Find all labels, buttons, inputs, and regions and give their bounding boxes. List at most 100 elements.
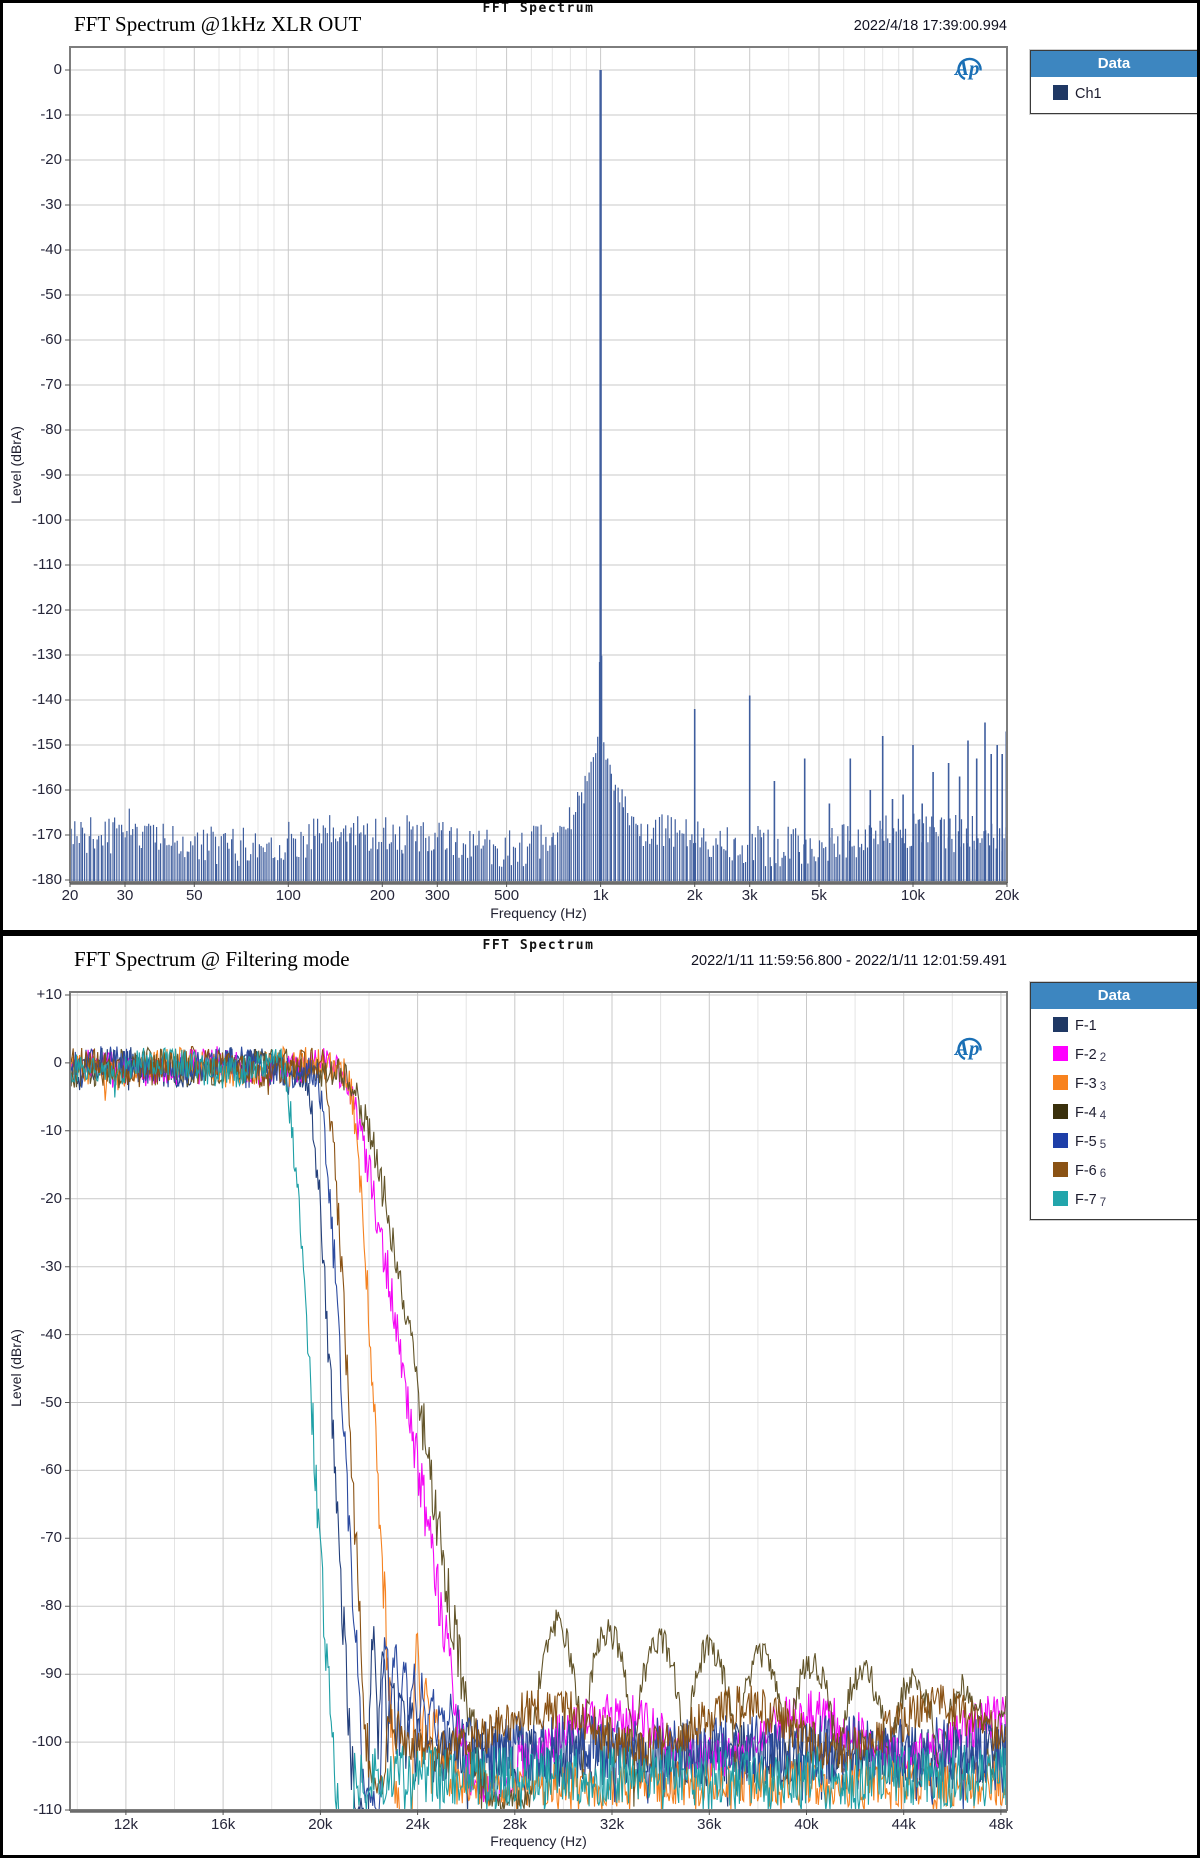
x-axis-tick-label: 20k [975, 886, 1039, 906]
series-color-swatch [1053, 1104, 1068, 1119]
y-axis-tick-label: -90 [0, 465, 62, 485]
x-axis-title: Frequency (Hz) [70, 905, 1007, 921]
series-channel-number: 3 [1100, 1081, 1106, 1093]
ap-logo-icon: Ap [948, 1032, 992, 1064]
y-axis-tick-label: -110 [0, 555, 62, 575]
y-axis-tick-label: -160 [0, 780, 62, 800]
x-axis-tick-label: 10k [881, 886, 945, 906]
legend-row[interactable]: F-55 [1031, 1128, 1197, 1157]
x-axis-tick-label: 5k [787, 886, 851, 906]
x-axis-tick-label: 50 [162, 886, 226, 906]
svg-text:Ap: Ap [953, 1036, 980, 1060]
x-axis-tick-label: 32k [580, 1815, 644, 1835]
spectrum-plot [0, 936, 1200, 1858]
legend-row[interactable]: Ch1 [1031, 80, 1197, 109]
legend-rows: F-1F-22F-33F-44F-55F-66F-77 [1031, 1009, 1197, 1219]
series-label: F-4 [1075, 1105, 1097, 1121]
series-color-swatch [1053, 1046, 1068, 1061]
y-axis-tick-label: -70 [0, 375, 62, 395]
y-axis-tick-label: -110 [0, 1800, 62, 1820]
legend-row[interactable]: F-44 [1031, 1099, 1197, 1128]
legend-row[interactable]: F-33 [1031, 1070, 1197, 1099]
series-channel-number: 7 [1100, 1197, 1106, 1209]
y-axis-tick-label: -100 [0, 510, 62, 530]
series-label: F-7 [1075, 1192, 1097, 1208]
y-axis-tick-label: -40 [0, 240, 62, 260]
series-label: Ch1 [1075, 86, 1102, 102]
y-axis-tick-label: -170 [0, 825, 62, 845]
series-channel-number: 5 [1100, 1139, 1106, 1151]
x-axis-tick-label: 28k [483, 1815, 547, 1835]
y-axis-tick-label: -50 [0, 285, 62, 305]
y-axis-tick-label: -10 [0, 105, 62, 125]
legend-row[interactable]: F-66 [1031, 1157, 1197, 1186]
series-channel-number: 4 [1100, 1110, 1106, 1122]
x-axis-tick-label: 24k [386, 1815, 450, 1835]
x-axis-tick-label: 48k [969, 1815, 1033, 1835]
y-axis-tick-label: -120 [0, 600, 62, 620]
spectrum-plot [0, 0, 1200, 930]
series-channel-number: 2 [1100, 1052, 1106, 1064]
y-axis-tick-label: -80 [0, 1596, 62, 1616]
y-axis-tick-label: 0 [0, 1053, 62, 1073]
x-axis-tick-label: 500 [475, 886, 539, 906]
series-color-swatch [1053, 1017, 1068, 1032]
series-color-swatch [1053, 1191, 1068, 1206]
x-axis-tick-label: 36k [677, 1815, 741, 1835]
y-axis-tick-label: 0 [0, 60, 62, 80]
series-channel-number: 6 [1100, 1168, 1106, 1180]
series-color-swatch [1053, 85, 1068, 100]
x-axis-tick-label: 40k [774, 1815, 838, 1835]
x-axis-tick-label: 44k [872, 1815, 936, 1835]
series-label: F-6 [1075, 1163, 1097, 1179]
series-color-swatch [1053, 1133, 1068, 1148]
x-axis-tick-label: 300 [405, 886, 469, 906]
series-color-swatch [1053, 1162, 1068, 1177]
x-axis-tick-label: 3k [718, 886, 782, 906]
series-label: F-2 [1075, 1047, 1097, 1063]
legend-header: Data [1031, 983, 1197, 1009]
series-color-swatch [1053, 1075, 1068, 1090]
series-label: F-5 [1075, 1134, 1097, 1150]
legend-row[interactable]: F-1 [1031, 1012, 1197, 1041]
y-axis-tick-label: -80 [0, 420, 62, 440]
series-label: F-3 [1075, 1076, 1097, 1092]
y-axis-tick-label: -90 [0, 1664, 62, 1684]
panel-divider [0, 930, 1200, 936]
series-label: F-1 [1075, 1018, 1097, 1034]
y-axis-tick-label: -150 [0, 735, 62, 755]
y-axis-tick-label: -30 [0, 195, 62, 215]
legend: Data F-1F-22F-33F-44F-55F-66F-77 [1030, 982, 1198, 1220]
x-axis-title: Frequency (Hz) [70, 1833, 1007, 1849]
y-axis-tick-label: -20 [0, 150, 62, 170]
x-axis-tick-label: 12k [94, 1815, 158, 1835]
svg-text:Ap: Ap [953, 56, 980, 80]
x-axis-tick-label: 20k [288, 1815, 352, 1835]
ap-analyzer-screenshot: FFT Spectrum FFT Spectrum @1kHz XLR OUT … [0, 0, 1200, 1858]
legend-row[interactable]: F-22 [1031, 1041, 1197, 1070]
y-axis-tick-label: -60 [0, 330, 62, 350]
y-axis-tick-label: -40 [0, 1325, 62, 1345]
y-axis-tick-label: -10 [0, 1121, 62, 1141]
x-axis-tick-label: 16k [191, 1815, 255, 1835]
legend-rows: Ch1 [1031, 77, 1197, 113]
fft-panel-filtering: FFT Spectrum FFT Spectrum @ Filtering mo… [0, 936, 1200, 1858]
x-axis-tick-label: 30 [93, 886, 157, 906]
y-axis-tick-label: -130 [0, 645, 62, 665]
y-axis-tick-label: -140 [0, 690, 62, 710]
fft-panel-1khz: FFT Spectrum FFT Spectrum @1kHz XLR OUT … [0, 0, 1200, 930]
y-axis-tick-label: -50 [0, 1393, 62, 1413]
y-axis-tick-label: -70 [0, 1528, 62, 1548]
y-axis-tick-label: -20 [0, 1189, 62, 1209]
y-axis-tick-label: -100 [0, 1732, 62, 1752]
y-axis-tick-label: -30 [0, 1257, 62, 1277]
legend: Data Ch1 [1030, 50, 1198, 114]
x-axis-tick-label: 100 [256, 886, 320, 906]
legend-row[interactable]: F-77 [1031, 1186, 1197, 1215]
y-axis-tick-label: +10 [0, 985, 62, 1005]
ap-logo-icon: Ap [948, 52, 992, 84]
y-axis-tick-label: -60 [0, 1460, 62, 1480]
y-axis-title: Level (dBrA) [8, 1268, 24, 1468]
x-axis-tick-label: 1k [569, 886, 633, 906]
legend-header: Data [1031, 51, 1197, 77]
